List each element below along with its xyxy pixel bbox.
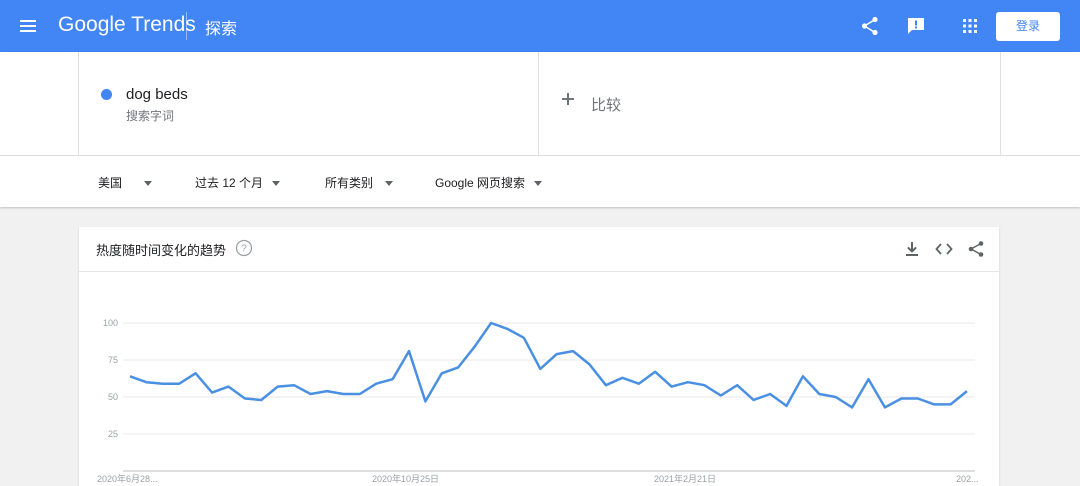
filter-bar: 美国 过去 12 个月 所有类别 Google 网页搜索	[0, 155, 1080, 207]
feedback-icon[interactable]	[904, 14, 928, 38]
search-term-type: 搜索字词	[126, 109, 175, 123]
chevron-down-icon	[534, 181, 543, 187]
term-color-dot	[101, 89, 112, 100]
x-tick-label: 2020年6月28...	[97, 473, 158, 484]
search-term-card[interactable]: dog beds 搜索字词	[78, 52, 539, 155]
compare-label: 比较	[591, 97, 622, 114]
search-property-dropdown[interactable]: Google 网页搜索	[435, 174, 543, 191]
region-value: 美国	[98, 176, 123, 190]
login-button[interactable]: 登录	[996, 12, 1060, 41]
y-tick-label: 25	[108, 429, 118, 439]
chevron-down-icon	[272, 181, 281, 187]
x-tick-label: 2020年10月25日	[372, 473, 439, 484]
menu-icon[interactable]	[14, 12, 42, 40]
chevron-down-icon	[144, 181, 153, 187]
y-tick-label: 50	[108, 392, 118, 402]
x-tick-label: 202...	[956, 474, 979, 484]
trend-series-line[interactable]	[129, 321, 968, 409]
search-term-name[interactable]: dog beds	[126, 86, 188, 103]
compare-button[interactable]: 比较	[539, 52, 1001, 155]
search-property-value: Google 网页搜索	[435, 176, 526, 190]
y-tick-label: 100	[103, 318, 118, 328]
google-trends-logo[interactable]: Google Trends	[58, 13, 196, 37]
category-dropdown[interactable]: 所有类别	[325, 174, 394, 191]
y-tick-label: 75	[108, 355, 118, 365]
chevron-down-icon	[385, 181, 394, 187]
share-icon[interactable]	[858, 14, 882, 38]
trend-line-chart: 100 75 50 25 2020年6月28... 2020年10月25日 2021年2月2…	[97, 318, 979, 484]
page-title: 探索	[205, 21, 238, 38]
category-value: 所有类别	[325, 176, 374, 190]
search-term-panel: dog beds 搜索字词 比较 美国 过去 12 个月 所有类别 Google…	[0, 52, 1080, 207]
plus-icon	[562, 93, 574, 105]
x-tick-label: 2021年2月21日	[654, 473, 716, 484]
header-divider	[186, 12, 187, 40]
app-header: Google Trends 探索 登录	[0, 0, 1080, 52]
time-range-dropdown[interactable]: 过去 12 个月	[195, 174, 281, 191]
apps-icon[interactable]	[958, 14, 982, 38]
region-dropdown[interactable]: 美国	[98, 174, 153, 191]
interest-over-time-card: 热度随时间变化的趋势 ? 100 75 50 25 2020年6月28... 2020年1…	[79, 227, 999, 486]
time-range-value: 过去 12 个月	[195, 176, 264, 190]
